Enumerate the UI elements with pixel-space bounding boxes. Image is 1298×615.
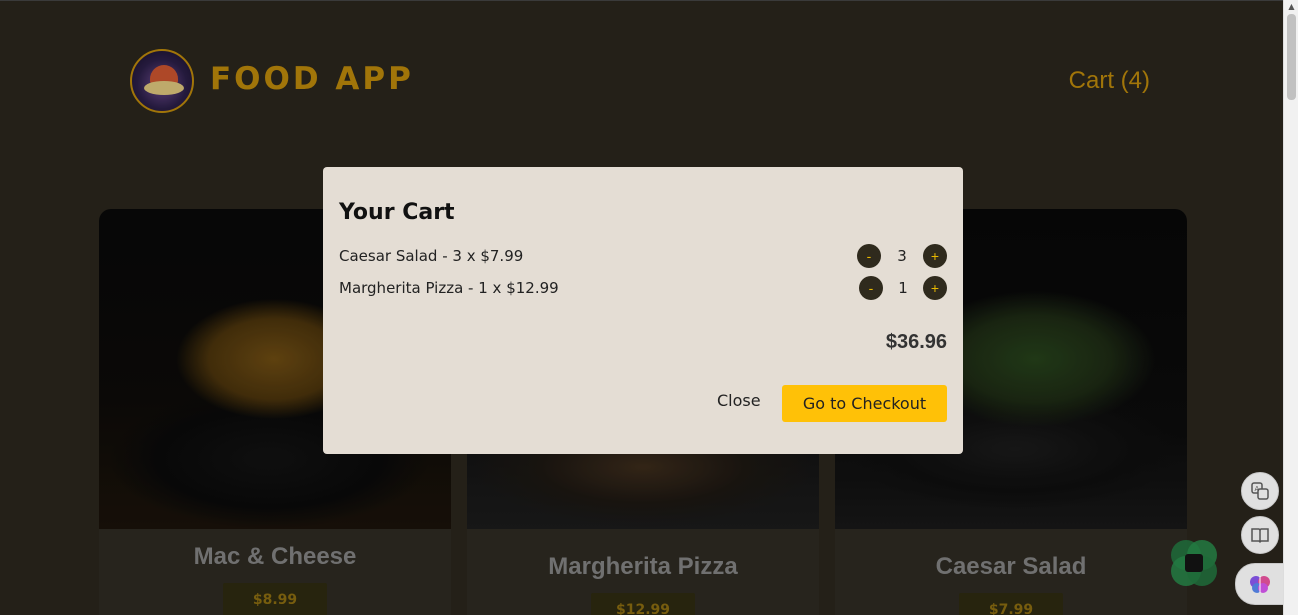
scroll-thumb[interactable] <box>1287 14 1296 100</box>
brain-icon[interactable] <box>1235 563 1285 605</box>
increment-button[interactable]: + <box>923 276 947 300</box>
modal-title: Your Cart <box>339 200 455 225</box>
page: FOOD APP Cart (4) Mac & Cheese $8.99 Mar… <box>0 0 1283 615</box>
scroll-up-icon[interactable]: ▲ <box>1284 0 1298 14</box>
decrement-button[interactable]: - <box>859 276 883 300</box>
cart-modal: Your Cart Caesar Salad - 3 x $7.99 - 3 +… <box>323 167 963 454</box>
close-button[interactable]: Close <box>717 391 761 410</box>
quantity-stepper: - 1 + <box>859 276 947 302</box>
checkout-button[interactable]: Go to Checkout <box>782 385 947 422</box>
increment-button[interactable]: + <box>923 244 947 268</box>
book-icon[interactable] <box>1241 516 1279 554</box>
cart-item-row: Margherita Pizza - 1 x $12.99 - 1 + <box>339 276 947 302</box>
quantity-value: 1 <box>898 279 908 297</box>
svg-text:A: A <box>1255 485 1260 493</box>
cart-item-row: Caesar Salad - 3 x $7.99 - 3 + <box>339 244 947 270</box>
cart-item-description: Caesar Salad - 3 x $7.99 <box>339 247 524 265</box>
cart-item-description: Margherita Pizza - 1 x $12.99 <box>339 279 559 297</box>
cart-total: $36.96 <box>885 331 947 353</box>
quantity-value: 3 <box>897 247 907 265</box>
quantity-stepper: - 3 + <box>857 244 947 270</box>
assistant-icon[interactable] <box>1169 538 1219 588</box>
scrollbar[interactable]: ▲ <box>1283 0 1298 615</box>
translate-icon[interactable]: A <box>1241 472 1279 510</box>
decrement-button[interactable]: - <box>857 244 881 268</box>
